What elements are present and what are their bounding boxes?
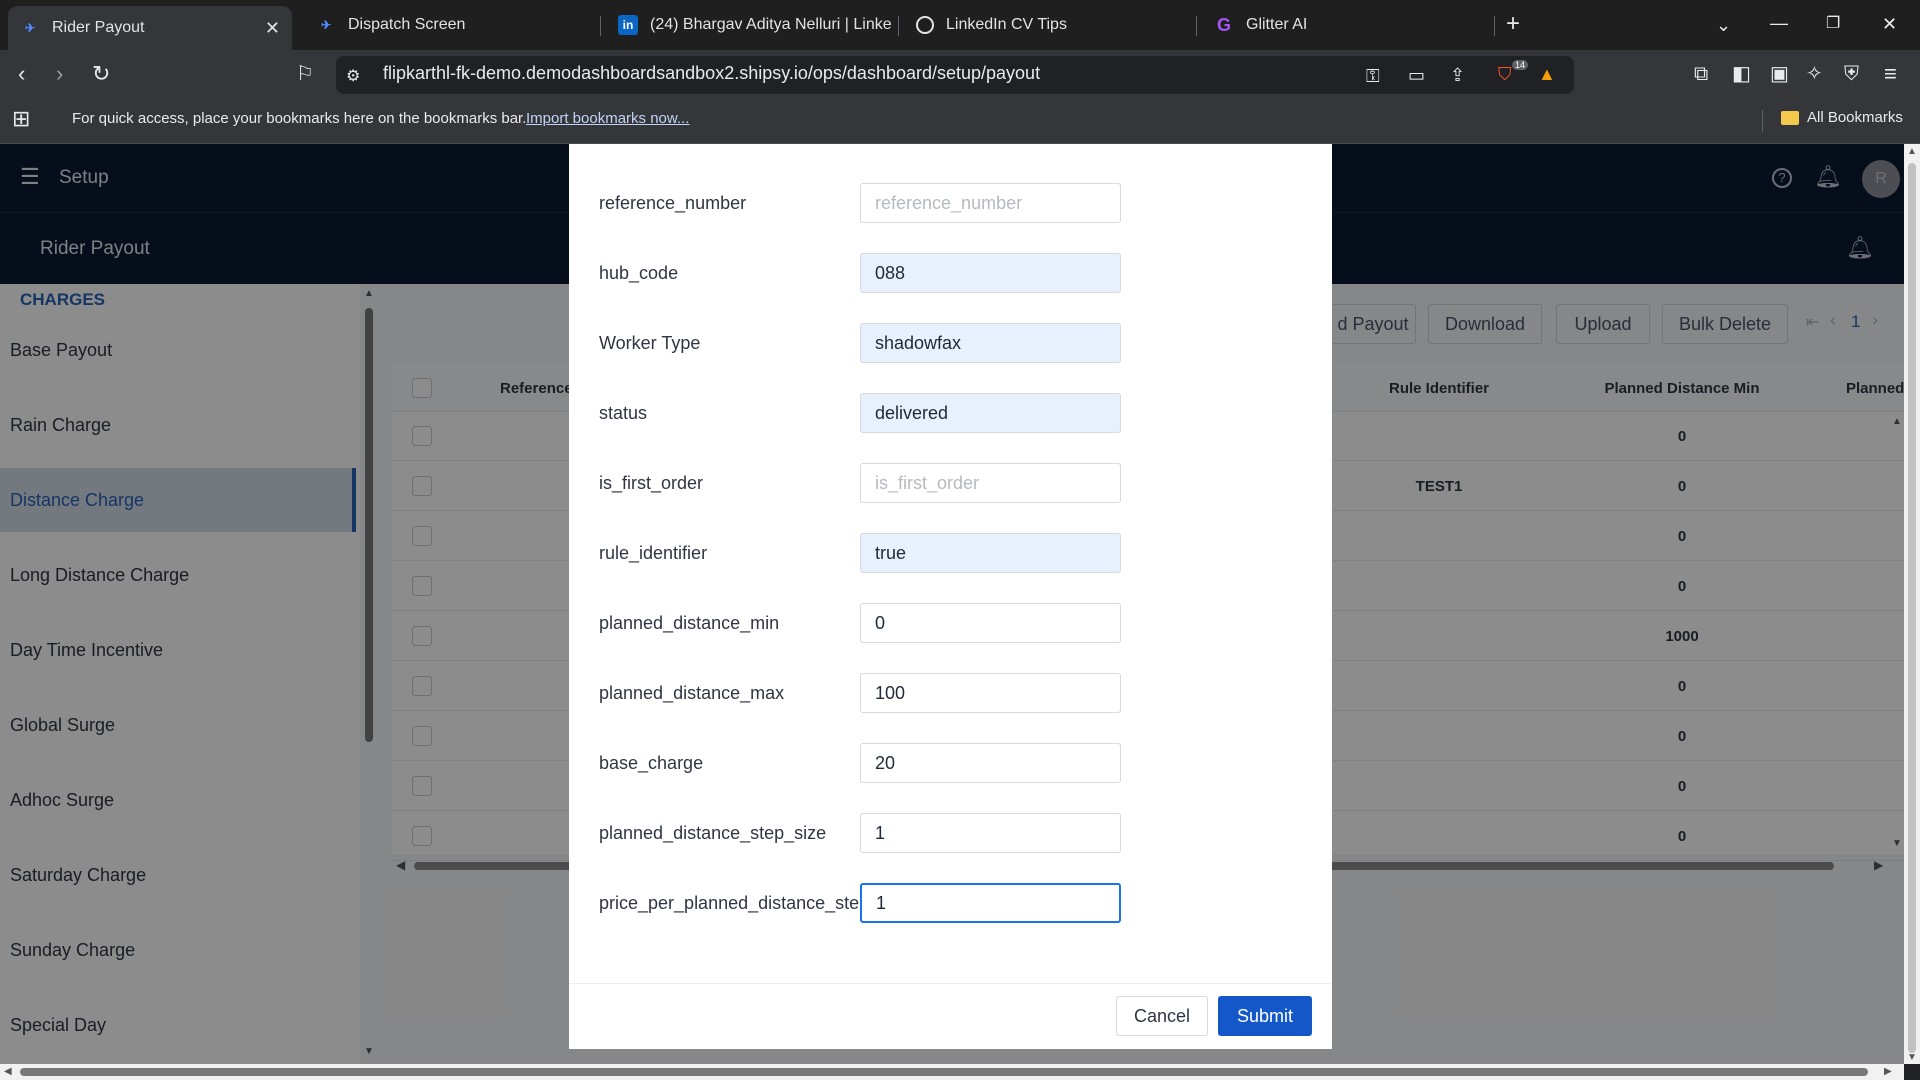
field-label-planned-distance-step-size: planned_distance_step_size [599,823,827,843]
tab-separator [600,16,601,36]
import-bookmarks-link[interactable]: Import bookmarks now... [526,110,689,127]
back-icon[interactable]: ‹ [18,63,25,85]
reference-number-input[interactable] [860,183,1121,223]
shipsy-icon: ✈ [24,21,36,35]
page-scroll-up-icon[interactable]: ▲ [1907,146,1917,157]
url-text[interactable]: flipkarthl-fk-demo.demodashboardsandbox2… [383,63,1040,84]
base-charge-input[interactable] [860,743,1121,783]
restore-icon[interactable]: ❐ [1826,13,1840,35]
brave-shield-icon[interactable]: ⛉ [1498,63,1512,85]
minimize-icon[interactable]: — [1770,12,1788,34]
glitter-icon: G [1216,14,1231,35]
cancel-label: Cancel [1133,1005,1191,1026]
hub-code-input[interactable] [860,253,1121,293]
forward-icon[interactable]: › [56,63,63,85]
tab-linkedin-cv-tips[interactable]: LinkedIn CV Tips [904,6,1190,44]
tab-separator [1196,16,1197,36]
rule-identifier-input[interactable] [860,533,1121,573]
tab-rider-payout[interactable]: ✈ Rider Payout ✕ [8,6,292,50]
tab-separator [1494,16,1495,36]
tab-glitter-ai[interactable]: G Glitter AI [1202,6,1488,44]
field-label-planned-distance-min: planned_distance_min [599,613,780,633]
field-label-hub-code: hub_code [599,263,679,283]
browser-tab-bar: ✈ Rider Payout ✕ ✈ Dispatch Screen in (2… [0,0,1920,50]
tab-dispatch-screen[interactable]: ✈ Dispatch Screen [304,6,594,44]
password-key-icon[interactable]: ⚿ [1366,65,1380,87]
reload-icon[interactable]: ↻ [92,63,110,85]
field-label-base-charge: base_charge [599,753,704,773]
menu-icon[interactable]: ≡ [1884,63,1897,85]
shipsy-icon: ✈ [320,18,332,32]
tab-title: (24) Bhargav Aditya Nelluri | LinkedI [650,16,892,33]
share-icon[interactable]: ⇪ [1450,64,1465,86]
is-first-order-input[interactable] [860,463,1121,503]
bookmarks-divider [1762,110,1763,132]
page-horizontal-scrollbar-thumb[interactable] [20,1068,1868,1076]
site-info-icon[interactable]: ⚙ [346,66,360,88]
bookmarks-hint-text: For quick access, place your bookmarks h… [72,110,527,127]
page-scroll-left-icon[interactable]: ◀ [4,1066,12,1077]
new-tab-icon[interactable]: + [1506,12,1520,36]
page-vertical-scrollbar-thumb[interactable] [1908,163,1916,1053]
vpn-icon[interactable]: ⛨ [1844,63,1859,85]
page-scroll-down-icon[interactable]: ▼ [1907,1052,1917,1063]
openai-icon [916,16,934,34]
bookmark-icon[interactable]: ⚐ [296,63,314,85]
price-per-planned-distance-step-input[interactable] [860,883,1121,923]
field-label-worker-type: Worker Type [599,333,701,353]
page-scroll-right-icon[interactable]: ▶ [1884,1066,1892,1077]
field-label-is-first-order: is_first_order [599,473,704,493]
cancel-button[interactable]: Cancel [1116,996,1208,1036]
tab-linkedin[interactable]: in (24) Bhargav Aditya Nelluri | LinkedI [606,6,892,44]
worker-type-input[interactable] [860,323,1121,363]
field-label-status: status [599,403,648,423]
tab-title: Dispatch Screen [348,16,466,33]
field-label-planned-distance-max: planned_distance_max [599,683,785,703]
shield-count-badge: 14 [1512,60,1529,70]
planned-distance-min-input[interactable] [860,603,1121,643]
tab-title: LinkedIn CV Tips [946,16,1067,33]
sidebar-toggle-icon[interactable]: ◧ [1732,63,1751,85]
field-label-price-per-planned-distance-step: price_per_planned_distance_step [599,893,870,913]
tab-separator [898,16,899,36]
close-window-icon[interactable]: ✕ [1882,13,1897,35]
field-label-reference-number: reference_number [599,193,747,213]
tab-title: Glitter AI [1246,16,1308,33]
all-bookmarks-button[interactable]: All Bookmarks [1781,109,1903,126]
linkedin-icon: in [618,15,638,35]
submit-label: Submit [1236,1005,1294,1026]
extensions-icon[interactable]: ⧉ [1694,63,1708,85]
brave-rewards-icon[interactable]: ▲ [1538,63,1556,85]
field-label-rule-identifier: rule_identifier [599,543,708,563]
status-input[interactable] [860,393,1121,433]
wallet-icon[interactable]: ▣ [1770,63,1789,85]
modal-footer-divider [569,983,1332,984]
folder-icon [1781,110,1799,125]
planned-distance-step-size-input[interactable] [860,813,1121,853]
all-bookmarks-label: All Bookmarks [1807,109,1903,126]
apps-grid-icon[interactable]: ⊞ [12,108,30,130]
cast-icon[interactable]: ▭ [1408,64,1425,86]
submit-button[interactable]: Submit [1218,996,1312,1036]
close-tab-icon[interactable]: ✕ [265,18,280,39]
tab-search-chevron-icon[interactable]: ⌄ [1716,14,1731,36]
tab-title: Rider Payout [52,19,145,36]
leo-ai-icon[interactable]: ✧ [1806,63,1823,85]
planned-distance-max-input[interactable] [860,673,1121,713]
